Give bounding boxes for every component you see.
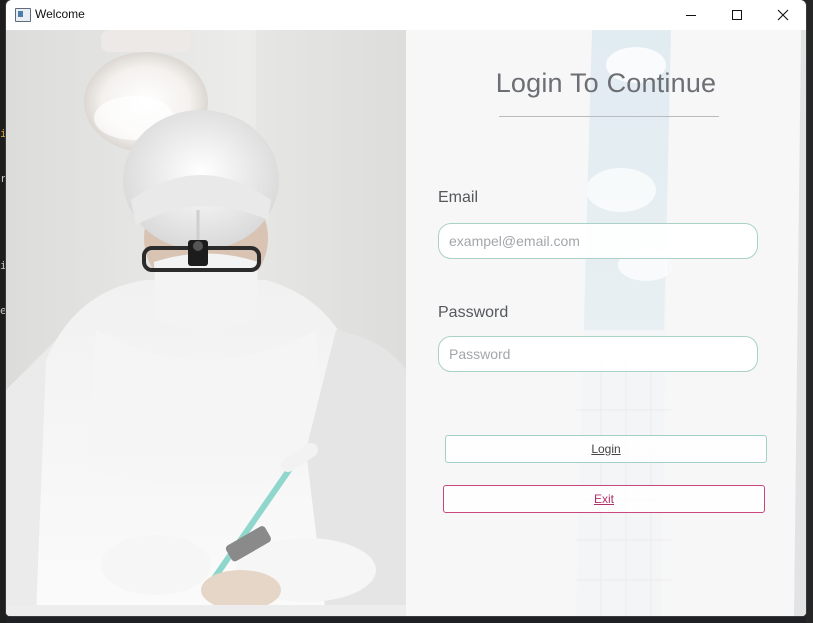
surgeon-illustration (6, 30, 406, 616)
password-field-container (438, 336, 758, 372)
maximize-button[interactable] (714, 0, 760, 30)
minimize-button[interactable] (668, 0, 714, 30)
exit-button[interactable]: Exit (443, 485, 765, 513)
heading-divider (499, 116, 719, 117)
minimize-icon (686, 15, 696, 16)
email-field-container (438, 223, 758, 259)
login-heading: Login To Continue (495, 68, 717, 98)
panel-background (406, 30, 806, 616)
password-label: Password (438, 304, 509, 321)
login-button[interactable]: Login (445, 435, 767, 463)
welcome-window: Welcome Login To Continue Email exampel@… (6, 0, 806, 616)
surgeon-photo (6, 30, 406, 616)
window-title: Welcome (35, 7, 85, 21)
password-field[interactable] (439, 337, 739, 371)
close-icon (777, 9, 789, 21)
desktop-background-right (806, 0, 813, 623)
email-label: Email (438, 189, 479, 206)
title-bar[interactable]: Welcome (6, 0, 806, 30)
close-button[interactable] (760, 0, 806, 30)
maximize-icon (732, 10, 742, 20)
email-field[interactable] (439, 224, 739, 258)
login-panel: Login To Continue Email Password Login E… (406, 30, 806, 616)
app-window-icon (15, 8, 31, 22)
